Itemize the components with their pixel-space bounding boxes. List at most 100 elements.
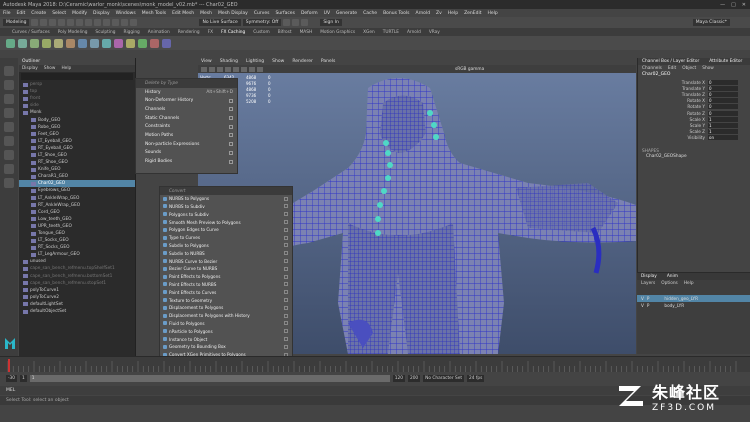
separate-icon[interactable]: [90, 38, 99, 48]
convert-menu-item[interactable]: Subdiv to NURBS: [160, 249, 292, 257]
menu-windows[interactable]: Windows: [116, 11, 136, 16]
shelf-tab-mash[interactable]: MASH: [300, 30, 313, 35]
convert-menu-item[interactable]: Texture to Geometry: [160, 296, 292, 304]
menu-mesh-tools[interactable]: Mesh Tools: [142, 11, 166, 16]
outliner-item[interactable]: front: [19, 95, 135, 102]
select-object-icon[interactable]: [85, 19, 93, 26]
menu-zv[interactable]: Zv: [436, 11, 442, 16]
range-end-field[interactable]: 120: [392, 374, 405, 382]
open-scene-icon[interactable]: [40, 19, 48, 26]
viewport-menu-panels[interactable]: Panels: [321, 59, 335, 64]
convert-menu-item[interactable]: Displacement to Polygons: [160, 304, 292, 312]
shelf-tab-poly-modeling[interactable]: Poly Modeling: [58, 30, 88, 35]
outliner-layout-icon[interactable]: [4, 178, 14, 188]
cone-icon[interactable]: [42, 38, 51, 48]
bridge-icon[interactable]: [138, 38, 147, 48]
option-box-icon[interactable]: [284, 220, 288, 225]
camera-icon[interactable]: [201, 66, 207, 72]
shelf-tab-rendering[interactable]: Rendering: [178, 30, 200, 35]
convert-menu-item[interactable]: Bezier Curve to NURBS: [160, 265, 292, 273]
attr-value-field[interactable]: 1: [708, 122, 738, 128]
menu-edit-mesh[interactable]: Edit Mesh: [172, 11, 194, 16]
delete-menu-item[interactable]: Sounds: [136, 149, 237, 158]
menu-surfaces[interactable]: Surfaces: [275, 11, 295, 16]
render-settings-icon[interactable]: [301, 19, 309, 26]
outliner-item[interactable]: Knife_GEO: [19, 166, 135, 173]
menu-display[interactable]: Display: [93, 11, 110, 16]
maximize-icon[interactable]: □: [731, 2, 736, 8]
attr-value-field[interactable]: 1: [708, 129, 738, 135]
shelf-tab-animation[interactable]: Animation: [148, 30, 170, 35]
menu-deform[interactable]: Deform: [301, 11, 318, 16]
workspace-dropdown[interactable]: Maya Classic*: [692, 19, 730, 26]
option-box-icon[interactable]: [284, 298, 288, 303]
close-icon[interactable]: ✕: [742, 2, 746, 8]
option-box-icon[interactable]: [284, 259, 288, 264]
delete-menu-item[interactable]: Rigid Bodies: [136, 157, 237, 166]
lights-icon[interactable]: [241, 66, 247, 72]
anim-end-field[interactable]: 200: [407, 374, 421, 382]
menu-uv[interactable]: UV: [324, 11, 330, 16]
convert-menu-item[interactable]: Smooth Mesh Preview to Polygons: [160, 218, 292, 226]
option-box-icon[interactable]: [284, 251, 288, 256]
attr-name[interactable]: Rotate Z: [638, 111, 708, 116]
extrude-icon[interactable]: [126, 38, 135, 48]
option-box-icon[interactable]: [229, 124, 233, 129]
option-box-icon[interactable]: [229, 107, 233, 112]
outliner-item[interactable]: LT_Eyeball_GEO: [19, 138, 135, 145]
option-box-icon[interactable]: [229, 98, 233, 103]
convert-menu-item[interactable]: Type to Curves: [160, 234, 292, 242]
plane-icon[interactable]: [66, 38, 75, 48]
outliner-item[interactable]: Robe_GEO: [19, 124, 135, 131]
outliner-menu-show[interactable]: Show: [44, 66, 56, 71]
attr-value-field[interactable]: 0: [708, 85, 738, 91]
layer-row[interactable]: V Phidden_geo_LYR: [637, 295, 750, 302]
attr-name[interactable]: Scale X: [638, 117, 708, 122]
outliner-item[interactable]: defaultObjectSet: [19, 308, 135, 315]
menu-select[interactable]: Select: [52, 11, 66, 16]
outliner-item[interactable]: Cord_GEO: [19, 209, 135, 216]
layer-menu-layers[interactable]: Layers: [641, 281, 655, 286]
option-box-icon[interactable]: [284, 204, 288, 209]
snap-curve-icon[interactable]: [112, 19, 120, 26]
redo-icon[interactable]: [67, 19, 75, 26]
bevel-icon[interactable]: [150, 38, 159, 48]
menu-file[interactable]: File: [3, 11, 11, 16]
outliner-item[interactable]: LT_Socks_GEO: [19, 237, 135, 244]
menu-curves[interactable]: Curves: [254, 11, 270, 16]
shelf-tab-motion-graphics[interactable]: Motion Graphics: [320, 30, 355, 35]
shadows-icon[interactable]: [249, 66, 255, 72]
outliner-search-input[interactable]: [21, 73, 133, 80]
minimize-icon[interactable]: —: [720, 2, 725, 8]
shelf-tab-sculpting[interactable]: Sculpting: [95, 30, 115, 35]
convert-menu-item[interactable]: Paint Effects to Polygons: [160, 273, 292, 281]
convert-menu-item[interactable]: Fluid to Polygons: [160, 320, 292, 328]
outliner-item[interactable]: Eyebrows_GEO: [19, 187, 135, 194]
sign-in-button[interactable]: Sign In: [320, 19, 342, 26]
attr-name[interactable]: Translate Y: [638, 86, 708, 91]
visibility-toggle[interactable]: V: [641, 303, 644, 308]
shelf-tab-rigging[interactable]: Rigging: [124, 30, 140, 35]
channel-menu-show[interactable]: Show: [702, 66, 714, 71]
channel-menu-object[interactable]: Object: [682, 66, 696, 71]
outliner-item[interactable]: cape_san_bench_refmenu.topShelfSet1: [19, 265, 135, 272]
option-box-icon[interactable]: [229, 116, 233, 121]
smooth-icon[interactable]: [102, 38, 111, 48]
option-box-icon[interactable]: [229, 133, 233, 138]
attr-value-field[interactable]: on: [708, 135, 738, 141]
layer-tab-display[interactable]: Display: [641, 274, 657, 279]
shelf-tab-custom[interactable]: Custom: [253, 30, 269, 35]
outliner-item[interactable]: LT_Shoe_GEO: [19, 152, 135, 159]
convert-menu-item[interactable]: Subdiv to Polygons: [160, 242, 292, 250]
menu-mesh-display[interactable]: Mesh Display: [218, 11, 248, 16]
delete-menu-item[interactable]: Non-particle Expressions: [136, 140, 237, 149]
channel-menu-channels[interactable]: Channels: [642, 66, 662, 71]
range-bar[interactable]: 1: [29, 374, 390, 382]
shelf-tab-vray[interactable]: VRay: [429, 30, 440, 35]
menu-modify[interactable]: Modify: [72, 11, 87, 16]
attr-value-field[interactable]: 0: [708, 98, 738, 104]
outliner-item[interactable]: RT_Socks_GEO: [19, 244, 135, 251]
layer-menu-help[interactable]: Help: [684, 281, 694, 286]
shelf-tab-fx-caching[interactable]: FX Caching: [221, 30, 245, 35]
outliner-item[interactable]: defaultLightSet: [19, 301, 135, 308]
